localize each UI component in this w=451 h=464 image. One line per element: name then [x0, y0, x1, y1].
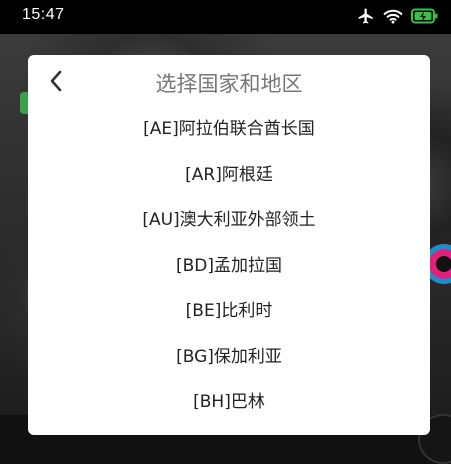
country-item-bh[interactable]: [BH]巴林	[28, 380, 430, 426]
country-item-au[interactable]: [AU]澳大利亚外部领土	[28, 198, 430, 244]
status-bar: 15:47	[0, 0, 451, 34]
country-picker-dialog: 选择国家和地区 [AE]阿拉伯联合酋长国 [AR]阿根廷 [AU]澳大利亚外部领…	[28, 55, 430, 435]
country-item-be[interactable]: [BE]比利时	[28, 289, 430, 335]
country-item-bg[interactable]: [BG]保加利亚	[28, 335, 430, 381]
dialog-title: 选择国家和地区	[155, 72, 303, 96]
country-item-bd[interactable]: [BD]孟加拉国	[28, 244, 430, 290]
country-list: [AE]阿拉伯联合酋长国 [AR]阿根廷 [AU]澳大利亚外部领土 [BD]孟加…	[28, 107, 430, 426]
battery-charging-icon	[411, 8, 439, 24]
status-time: 15:47	[22, 6, 65, 23]
airplane-icon	[357, 7, 375, 25]
dialog-header: 选择国家和地区	[28, 55, 430, 107]
status-icons	[357, 7, 439, 25]
country-item-ar[interactable]: [AR]阿根廷	[28, 153, 430, 199]
country-item-ae[interactable]: [AE]阿拉伯联合酋长国	[28, 107, 430, 153]
wifi-icon	[383, 8, 403, 24]
